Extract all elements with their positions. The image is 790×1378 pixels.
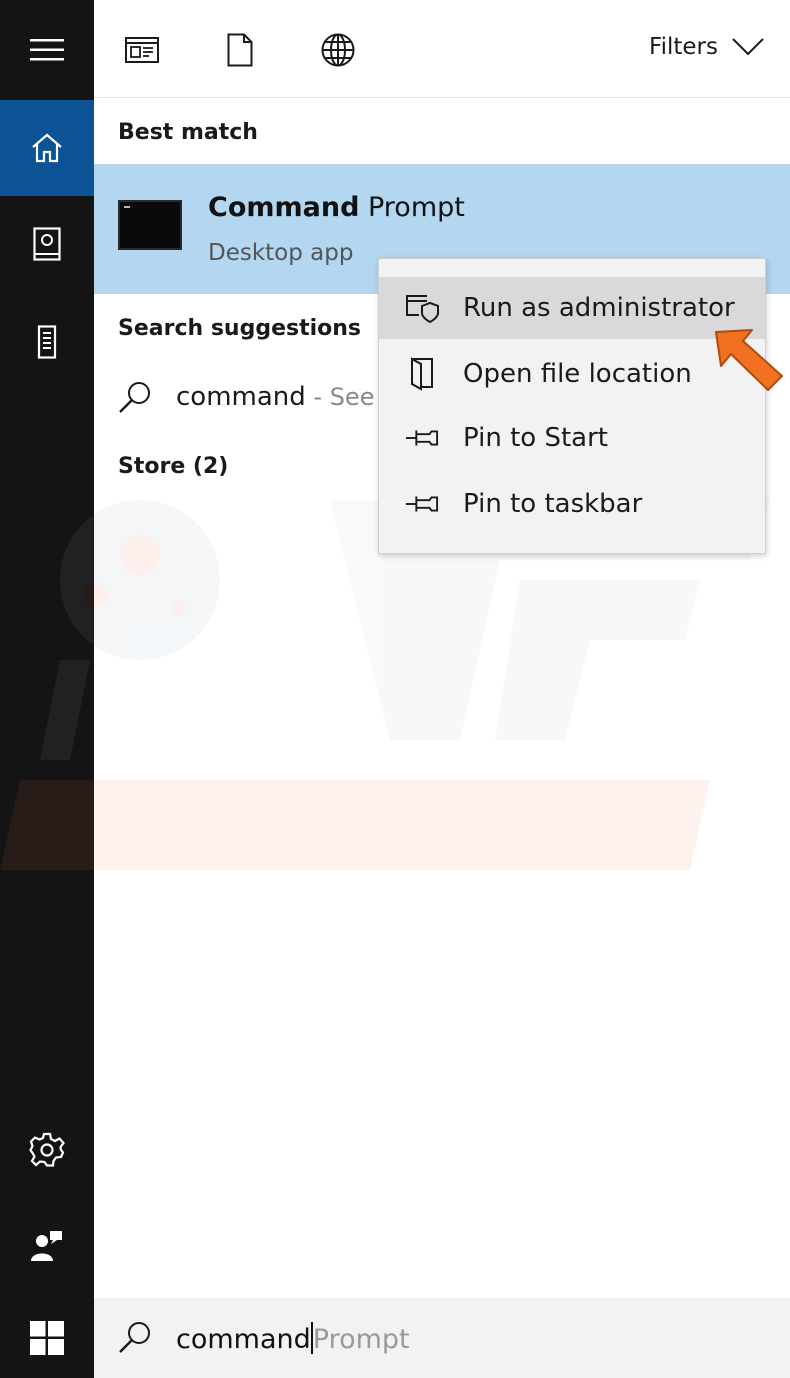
best-match-subtitle: Desktop app xyxy=(208,240,354,266)
search-typed-text: command xyxy=(176,1324,311,1355)
hamburger-menu-button[interactable] xyxy=(0,2,94,98)
notebook-button[interactable] xyxy=(0,196,94,292)
pin-icon xyxy=(405,487,439,521)
shield-window-icon xyxy=(405,291,439,325)
menu-item-open-file-location[interactable]: Open file location xyxy=(379,343,765,405)
home-icon xyxy=(32,133,62,163)
gear-icon xyxy=(29,1132,65,1167)
annotation-arrow-icon xyxy=(715,329,783,391)
documents-filter-button[interactable] xyxy=(220,30,260,70)
best-match-title-bold: Command xyxy=(208,192,360,223)
search-input[interactable]: commandPrompt xyxy=(176,1322,410,1355)
devices-button[interactable] xyxy=(0,294,94,390)
chevron-down-icon xyxy=(732,38,764,56)
pin-icon xyxy=(405,421,439,455)
feedback-button[interactable] xyxy=(0,1198,94,1294)
search-autocomplete: Prompt xyxy=(312,1324,410,1355)
best-match-title-rest: Prompt xyxy=(359,192,465,223)
menu-item-label: Pin to taskbar xyxy=(463,489,643,519)
web-filter-button[interactable] xyxy=(318,30,358,70)
best-match-header: Best match xyxy=(118,120,258,145)
left-rail xyxy=(0,0,94,1378)
windows-logo-icon xyxy=(30,1321,64,1355)
suggestion-query: command xyxy=(176,382,306,412)
hamburger-icon xyxy=(30,39,64,61)
tower-device-icon xyxy=(37,325,57,359)
menu-item-pin-to-start[interactable]: Pin to Start xyxy=(379,407,765,469)
globe-icon xyxy=(321,33,355,67)
store-header[interactable]: Store (2) xyxy=(118,454,228,479)
suggestion-text: command - See xyxy=(176,382,374,412)
menu-item-label: Open file location xyxy=(463,359,692,389)
search-icon xyxy=(119,1322,150,1353)
context-menu: Run as administrator Open file location … xyxy=(378,258,766,554)
settings-button[interactable] xyxy=(0,1102,94,1198)
search-suggestions-header: Search suggestions xyxy=(118,316,362,341)
filters-dropdown[interactable]: Filters xyxy=(649,34,764,60)
suggestion-hint: - See xyxy=(305,383,375,411)
apps-filter-button[interactable] xyxy=(122,30,162,70)
folder-open-icon xyxy=(405,357,439,391)
command-prompt-icon xyxy=(118,200,182,250)
menu-item-label: Pin to Start xyxy=(463,423,608,453)
start-button[interactable] xyxy=(0,1298,94,1378)
menu-item-run-as-administrator[interactable]: Run as administrator xyxy=(379,277,765,339)
person-feedback-icon xyxy=(31,1231,62,1261)
search-box[interactable]: commandPrompt xyxy=(94,1298,790,1378)
document-icon xyxy=(227,33,253,67)
menu-item-pin-to-taskbar[interactable]: Pin to taskbar xyxy=(379,473,765,535)
notebook-icon xyxy=(33,227,61,261)
filters-label: Filters xyxy=(649,34,718,60)
top-bar: Filters xyxy=(94,0,790,98)
home-button[interactable] xyxy=(0,100,94,196)
app-window-icon xyxy=(125,37,159,63)
search-icon xyxy=(119,382,150,413)
best-match-title: Command Prompt xyxy=(208,192,465,223)
menu-item-label: Run as administrator xyxy=(463,293,735,323)
